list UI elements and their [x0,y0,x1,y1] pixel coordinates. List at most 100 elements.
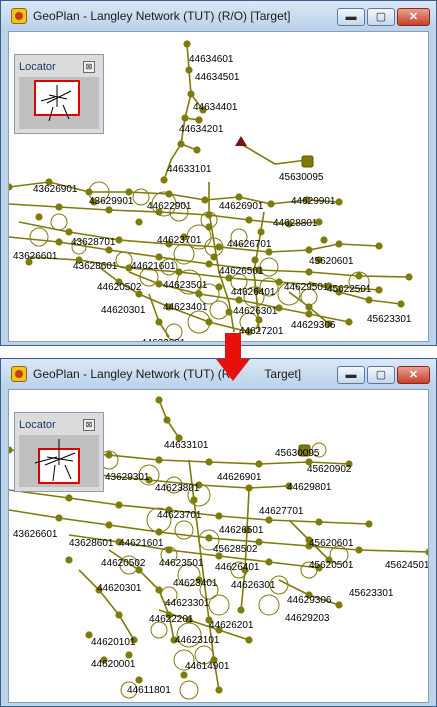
pipe-link[interactable] [188,459,220,691]
manhole-node[interactable] [175,268,183,276]
manhole-node[interactable] [35,213,43,221]
close-button[interactable]: ✕ [397,366,430,384]
manhole-node[interactable] [237,606,245,614]
manhole-node[interactable] [65,228,73,236]
manhole-node[interactable] [183,40,191,48]
minimize-button[interactable]: ▬ [337,366,365,384]
manhole-node[interactable] [155,280,163,288]
manhole-node[interactable] [245,216,253,224]
title-bar[interactable]: GeoPlan - Langley Network (TUT) (R/O) [T… [1,1,436,31]
manhole-node[interactable] [375,286,383,294]
manhole-node[interactable] [195,116,203,124]
manhole-node[interactable] [155,528,163,536]
manhole-node[interactable] [165,546,173,554]
manhole-node[interactable] [187,90,195,98]
locator-close-button[interactable]: ⊠ [83,419,95,431]
manhole-node[interactable] [65,494,73,502]
locator-close-button[interactable]: ⊠ [83,61,95,73]
manhole-node[interactable] [105,451,113,459]
manhole-node[interactable] [275,278,283,286]
manhole-node[interactable] [215,512,223,520]
manhole-node[interactable] [345,318,353,326]
pipe-link[interactable] [240,143,308,165]
manhole-node[interactable] [85,188,93,196]
triangle-marker-icon[interactable] [235,136,247,146]
manhole-node[interactable] [365,520,373,528]
manhole-node[interactable] [55,238,63,246]
manhole-node[interactable] [210,253,218,261]
maximize-button[interactable]: ▢ [367,8,395,26]
map-canvas[interactable]: 44633101 45630095 45620902 44626901 44629801… [8,389,429,703]
manhole-node[interactable] [135,676,143,684]
manhole-node[interactable] [245,484,253,492]
manhole-node[interactable] [335,198,343,206]
manhole-node[interactable] [335,601,343,609]
manhole-node[interactable] [201,196,209,204]
manhole-node[interactable] [251,256,259,264]
manhole-node[interactable] [177,140,185,148]
manhole-node[interactable] [365,296,373,304]
manhole-node[interactable] [195,290,203,298]
manhole-node[interactable] [305,246,313,254]
manhole-node[interactable] [425,548,429,556]
manhole-node[interactable] [115,611,123,619]
manhole-icon[interactable] [301,155,314,168]
manhole-node[interactable] [255,460,263,468]
manhole-node[interactable] [305,310,313,318]
close-button[interactable]: ✕ [397,8,430,26]
manhole-node[interactable] [155,586,163,594]
manhole-node[interactable] [225,308,233,316]
manhole-node[interactable] [9,183,13,191]
manhole-node[interactable] [265,516,273,524]
manhole-node[interactable] [55,514,63,522]
manhole-node[interactable] [193,146,201,154]
manhole-node[interactable] [235,193,243,201]
locator-panel[interactable]: Locator ⊠ [14,412,104,492]
manhole-node[interactable] [397,300,405,308]
manhole-node[interactable] [155,396,163,404]
manhole-node[interactable] [315,518,323,526]
maximize-button[interactable]: ▢ [367,366,395,384]
manhole-node[interactable] [215,283,223,291]
manhole-node[interactable] [355,546,363,554]
manhole-node[interactable] [255,316,263,324]
manhole-node[interactable] [155,456,163,464]
manhole-node[interactable] [125,651,133,659]
manhole-node[interactable] [115,236,123,244]
manhole-node[interactable] [160,176,168,184]
manhole-node[interactable] [375,242,383,250]
manhole-node[interactable] [65,556,73,564]
geoplan-window-bottom[interactable]: GeoPlan - Langley Network (TUT) (R Target… [0,358,437,707]
manhole-node[interactable] [105,206,113,214]
manhole-node[interactable] [155,253,163,261]
manhole-node[interactable] [205,211,213,219]
manhole-node[interactable] [320,236,328,244]
manhole-node[interactable] [135,218,143,226]
manhole-node[interactable] [257,228,265,236]
manhole-node[interactable] [105,521,113,529]
manhole-node[interactable] [180,671,188,679]
manhole-node[interactable] [185,66,193,74]
manhole-node[interactable] [55,203,63,211]
manhole-node[interactable] [335,240,343,248]
manhole-node[interactable] [265,558,273,566]
manhole-node[interactable] [163,416,171,424]
manhole-node[interactable] [205,534,213,542]
manhole-node[interactable] [205,223,213,231]
manhole-node[interactable] [305,303,313,311]
locator-panel[interactable]: Locator ⊠ [14,54,104,134]
manhole-node[interactable] [405,273,413,281]
pipe-link[interactable] [163,43,192,181]
manhole-node[interactable] [305,268,313,276]
map-canvas[interactable]: 44634601 44634501 44634401 44634201 44633101… [8,31,429,342]
manhole-node[interactable] [165,190,173,198]
manhole-node[interactable] [155,318,163,326]
locator-overview[interactable] [19,77,99,129]
manhole-node[interactable] [205,260,213,268]
manhole-node[interactable] [115,501,123,509]
manhole-node[interactable] [355,272,363,280]
manhole-node[interactable] [9,446,13,454]
manhole-node[interactable] [215,686,223,694]
locator-overview[interactable] [19,435,99,487]
pipe-link[interactable] [78,569,135,641]
